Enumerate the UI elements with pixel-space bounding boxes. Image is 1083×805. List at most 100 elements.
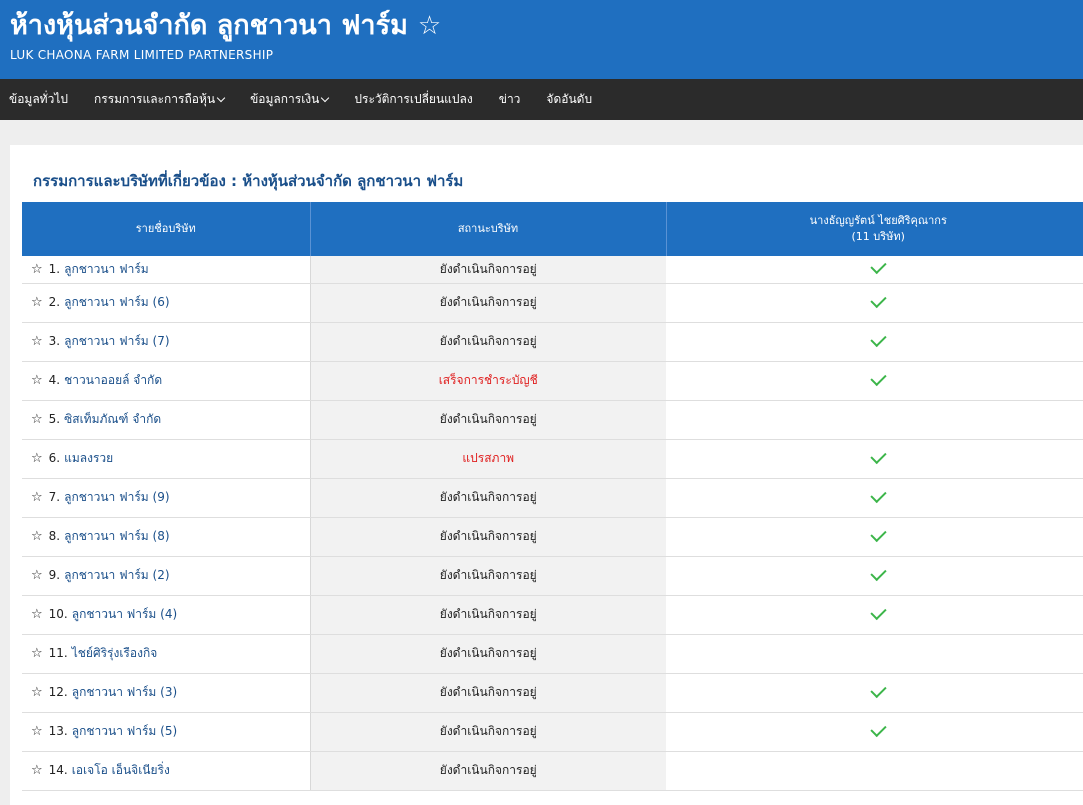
- nav-item-directors-shareholding[interactable]: กรรมการและการถือหุ้น: [94, 90, 226, 109]
- checkmark-icon: [869, 720, 887, 737]
- company-status-cell: ยังดำเนินกิจการอยู่: [310, 673, 666, 713]
- company-title: ห้างหุ้นส่วนจำกัด ลูกชาวนา ฟาร์ม: [10, 10, 408, 41]
- company-name-cell: ☆ 5. ซิสเท็มภัณฑ์ จำกัด: [22, 400, 311, 440]
- row-number: 3.: [48, 334, 61, 348]
- table-row: ☆ 11. ไชย์ศิริรุ่งเรืองกิจ ยังดำเนินกิจการอ…: [22, 634, 1083, 674]
- table-row: ☆ 13. ลูกชาวนา ฟาร์ม (5) ยังดำเนินกิจการอยู…: [22, 712, 1083, 752]
- title-row: ห้างหุ้นส่วนจำกัด ลูกชาวนา ฟาร์ม ☆: [10, 8, 1073, 44]
- row-number: 8.: [48, 529, 61, 543]
- table-row: ☆ 8. ลูกชาวนา ฟาร์ม (8) ยังดำเนินกิจการอยู่: [22, 517, 1083, 557]
- company-status-cell: ยังดำเนินกิจการอยู่: [310, 283, 666, 323]
- company-link[interactable]: ลูกชาวนา ฟาร์ม (8): [64, 529, 169, 543]
- table-row: ☆ 1. ลูกชาวนา ฟาร์ม ยังดำเนินกิจการอยู่: [22, 256, 1083, 284]
- nav-item-label: ข่าว: [498, 92, 521, 106]
- director-name: นางธัญญรัตน์ ไชยศิริคุณากร: [809, 214, 947, 227]
- company-link[interactable]: ลูกชาวนา ฟาร์ม (6): [64, 295, 169, 309]
- company-link[interactable]: ลูกชาวนา ฟาร์ม: [64, 262, 149, 276]
- director-relation-cell: [666, 439, 1083, 479]
- company-link[interactable]: ลูกชาวนา ฟาร์ม (3): [72, 685, 177, 699]
- checkmark-icon: [869, 564, 887, 581]
- star-outline-icon[interactable]: ☆: [31, 451, 43, 466]
- header-company-status: สถานะบริษัท: [310, 202, 667, 256]
- nav-item-financial-info[interactable]: ข้อมูลการเงิน: [250, 90, 330, 109]
- row-number: 12.: [48, 685, 68, 699]
- table-row: ☆ 12. ลูกชาวนา ฟาร์ม (3) ยังดำเนินกิจการอยู…: [22, 673, 1083, 713]
- company-link[interactable]: ลูกชาวนา ฟาร์ม (4): [72, 607, 177, 621]
- director-relation-cell: [666, 595, 1083, 635]
- star-outline-icon[interactable]: ☆: [31, 646, 43, 661]
- star-outline-icon[interactable]: ☆: [31, 262, 43, 277]
- company-status-cell: ยังดำเนินกิจการอยู่: [310, 478, 666, 518]
- table-row: ☆ 3. ลูกชาวนา ฟาร์ม (7) ยังดำเนินกิจการอยู่: [22, 322, 1083, 362]
- nav-item-change-history[interactable]: ประวัติการเปลี่ยนแปลง: [354, 90, 472, 109]
- company-link[interactable]: ลูกชาวนา ฟาร์ม (2): [64, 568, 169, 582]
- row-number: 11.: [48, 646, 68, 660]
- header-director[interactable]: นางธัญญรัตน์ ไชยศิริคุณากร (11 บริษัท): [666, 202, 1083, 256]
- checkmark-icon: [869, 258, 887, 275]
- director-relation-cell: [666, 322, 1083, 362]
- company-link[interactable]: เอเจโอ เอ็นจิเนียริ่ง: [72, 763, 170, 777]
- star-outline-icon[interactable]: ☆: [31, 334, 43, 349]
- main-nav: ข้อมูลทั่วไป กรรมการและการถือหุ้น ข้อมูล…: [0, 79, 1083, 120]
- star-outline-icon[interactable]: ☆: [31, 763, 43, 778]
- table-row: ☆ 2. ลูกชาวนา ฟาร์ม (6) ยังดำเนินกิจการอยู่: [22, 283, 1083, 323]
- company-link[interactable]: แมลงรวย: [64, 451, 113, 465]
- company-link[interactable]: ลูกชาวนา ฟาร์ม (5): [72, 724, 177, 738]
- company-link[interactable]: ชาวนาออยล์ จำกัด: [64, 373, 162, 387]
- table-row: ☆ 14. เอเจโอ เอ็นจิเนียริ่ง ยังดำเนินกิจการ…: [22, 751, 1083, 791]
- row-number: 1.: [48, 261, 61, 276]
- row-number: 7.: [48, 490, 61, 504]
- section-title: กรรมการและบริษัทที่เกี่ยวข้อง : ห้างหุ้น…: [33, 172, 464, 190]
- company-status-cell: ยังดำเนินกิจการอยู่: [310, 322, 666, 362]
- director-relation-cell: [666, 634, 1083, 674]
- company-name-cell: ☆ 4. ชาวนาออยล์ จำกัด: [22, 361, 311, 401]
- company-name-cell: ☆ 10. ลูกชาวนา ฟาร์ม (4): [22, 595, 311, 635]
- star-outline-icon[interactable]: ☆: [31, 568, 43, 583]
- director-relation-cell: [666, 556, 1083, 596]
- table-row: ☆ 7. ลูกชาวนา ฟาร์ม (9) ยังดำเนินกิจการอยู่: [22, 478, 1083, 518]
- director-relation-cell: [666, 751, 1083, 791]
- company-name-cell: ☆ 14. เอเจโอ เอ็นจิเนียริ่ง: [22, 751, 311, 791]
- checkmark-icon: [869, 291, 887, 308]
- company-status-cell: เสร็จการชำระบัญชี: [310, 361, 666, 401]
- checkmark-icon: [869, 603, 887, 620]
- company-status-cell: ยังดำเนินกิจการอยู่: [310, 517, 666, 557]
- director-relation-cell: [666, 712, 1083, 752]
- content-panel: กรรมการและบริษัทที่เกี่ยวข้อง : ห้างหุ้น…: [10, 145, 1083, 805]
- row-number: 2.: [48, 295, 61, 309]
- director-relation-cell: [666, 478, 1083, 518]
- company-link[interactable]: ลูกชาวนา ฟาร์ม (7): [64, 334, 169, 348]
- checkmark-icon: [869, 525, 887, 542]
- star-outline-icon[interactable]: ☆: [31, 724, 43, 739]
- company-link[interactable]: ซิสเท็มภัณฑ์ จำกัด: [64, 412, 161, 426]
- director-relation-cell: [666, 256, 1083, 284]
- star-outline-icon[interactable]: ☆: [31, 529, 43, 544]
- star-outline-icon[interactable]: ☆: [31, 685, 43, 700]
- star-outline-icon[interactable]: ☆: [31, 490, 43, 505]
- nav-item-news[interactable]: ข่าว: [499, 90, 521, 109]
- nav-item-ranking[interactable]: จัดอันดับ: [546, 90, 592, 109]
- company-name-cell: ☆ 11. ไชย์ศิริรุ่งเรืองกิจ: [22, 634, 311, 674]
- star-outline-icon[interactable]: ☆: [31, 373, 43, 388]
- checkmark-icon: [869, 681, 887, 698]
- nav-item-label: ประวัติการเปลี่ยนแปลง: [354, 92, 473, 106]
- row-number: 4.: [48, 373, 61, 387]
- star-outline-icon[interactable]: ☆: [31, 295, 43, 310]
- company-name-cell: ☆ 7. ลูกชาวนา ฟาร์ม (9): [22, 478, 311, 518]
- nav-item-general-info[interactable]: ข้อมูลทั่วไป: [9, 90, 68, 109]
- company-link[interactable]: ลูกชาวนา ฟาร์ม (9): [64, 490, 169, 504]
- star-outline-icon[interactable]: ☆: [31, 607, 43, 622]
- row-number: 6.: [48, 451, 61, 465]
- company-status-cell: แปรสภาพ: [310, 439, 666, 479]
- header-company-name: รายชื่อบริษัท: [22, 202, 311, 256]
- company-link[interactable]: ไชย์ศิริรุ่งเรืองกิจ: [72, 646, 158, 660]
- row-number: 9.: [48, 568, 61, 582]
- company-name-cell: ☆ 8. ลูกชาวนา ฟาร์ม (8): [22, 517, 311, 557]
- company-status-cell: ยังดำเนินกิจการอยู่: [310, 595, 666, 635]
- company-status-cell: ยังดำเนินกิจการอยู่: [310, 556, 666, 596]
- checkmark-icon: [869, 369, 887, 386]
- star-outline-icon[interactable]: ☆: [31, 412, 43, 427]
- star-outline-icon[interactable]: ☆: [418, 11, 441, 41]
- director-relation-cell: [666, 400, 1083, 440]
- company-name-cell: ☆ 1. ลูกชาวนา ฟาร์ม: [22, 256, 311, 284]
